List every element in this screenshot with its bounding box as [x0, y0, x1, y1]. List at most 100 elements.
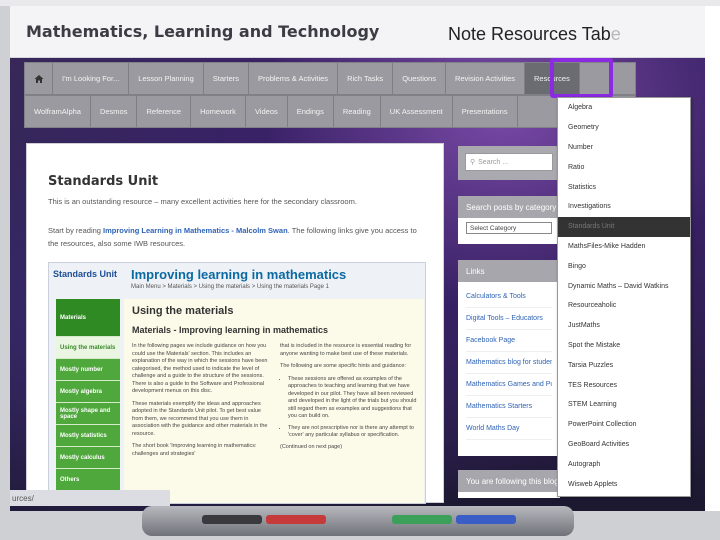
menu-item-geoboard-activities[interactable]: GeoBoard Activities — [558, 435, 690, 455]
links-panel: Links Calculators & Tools Digital Tools … — [458, 260, 560, 456]
embedded-side-materials: Materials — [56, 299, 120, 337]
menu-item-powerpoint-collection[interactable]: PowerPoint Collection — [558, 415, 690, 435]
embedded-col2-p2: The following are some specific hints an… — [280, 363, 406, 369]
nav-problems-activities[interactable]: Problems & Activities — [249, 63, 339, 94]
nav-endings[interactable]: Endings — [288, 96, 334, 127]
menu-item-algebra[interactable]: Algebra — [558, 98, 690, 118]
menu-item-bingo[interactable]: Bingo — [558, 256, 690, 276]
link-facebook-page[interactable]: Facebook Page — [466, 330, 552, 352]
nav-lesson-planning[interactable]: Lesson Planning — [129, 63, 204, 94]
main-nav: I'm Looking For... Lesson Planning Start… — [24, 62, 636, 128]
search-icon: ⚲ — [470, 159, 476, 166]
nav-looking-for[interactable]: I'm Looking For... — [53, 63, 130, 94]
embedded-hint-1: These sessions are offered as examples o… — [288, 376, 418, 421]
menu-item-tarsia-puzzles[interactable]: Tarsia Puzzles — [558, 355, 690, 375]
embedded-col-1: In the following pages we include guidan… — [132, 343, 270, 463]
home-icon — [34, 74, 43, 83]
nav-uk-assessment[interactable]: UK Assessment — [381, 96, 453, 127]
menu-item-mathsfiles[interactable]: MathsFiles-Mike Hadden — [558, 237, 690, 257]
embedded-hint-list: These sessions are offered as examples o… — [280, 376, 418, 440]
nav-homework[interactable]: Homework — [191, 96, 246, 127]
pen-slot-blue[interactable] — [456, 515, 516, 524]
menu-item-investigations[interactable]: Investigations — [558, 197, 690, 217]
embedded-side-calculus: Mostly calculus — [56, 447, 120, 469]
menu-item-stem-learning[interactable]: STEM Learning — [558, 395, 690, 415]
embedded-hint-2: They are not prescriptive nor is there a… — [288, 425, 418, 440]
menu-item-tes-resources[interactable]: TES Resources — [558, 375, 690, 395]
menu-item-number[interactable]: Number — [558, 138, 690, 158]
menu-item-wisweb-applets[interactable]: Wisweb Applets — [558, 474, 690, 494]
embedded-side-shape: Mostly shape and space — [56, 403, 120, 425]
resources-dropdown-menu: Algebra Geometry Number Ratio Statistics… — [557, 97, 691, 497]
embedded-side-algebra: Mostly algebra — [56, 381, 120, 403]
nav-reading[interactable]: Reading — [334, 96, 381, 127]
embedded-screenshot[interactable]: Standards Unit Improving learning in mat… — [48, 262, 426, 504]
link-calculators-tools[interactable]: Calculators & Tools — [466, 286, 552, 308]
note-text: Note Resources Tab — [448, 24, 611, 44]
nav-home[interactable] — [25, 63, 53, 94]
site-title[interactable]: Mathematics, Learning and Technology — [26, 22, 379, 41]
following-panel-heading: You are following this blog — [458, 470, 560, 492]
sidebar-search: ⚲ Search ... — [458, 146, 560, 180]
embedded-breadcrumb: Main Menu > Materials > Using the materi… — [131, 284, 329, 290]
menu-item-geometry[interactable]: Geometry — [558, 118, 690, 138]
link-world-maths-day[interactable]: World Maths Day — [466, 418, 552, 440]
pen-slot-green[interactable] — [392, 515, 452, 524]
nav-desmos[interactable]: Desmos — [91, 96, 138, 127]
link-digital-tools[interactable]: Digital Tools – Educators — [466, 308, 552, 330]
improving-learning-link[interactable]: Improving Learning in Mathematics - Malc… — [103, 226, 288, 235]
standards-unit-logo: Standards Unit — [53, 269, 118, 279]
start-text: Start by reading Improving Learning in M… — [48, 224, 428, 250]
menu-item-standards-unit[interactable]: Standards Unit — [558, 216, 690, 237]
embedded-continued: (Continued on next page) — [280, 443, 343, 450]
nav-row-2: WolframAlpha Desmos Reference Homework V… — [24, 95, 636, 128]
pen-slot-black[interactable] — [202, 515, 262, 524]
page-title: Standards Unit — [48, 174, 159, 189]
nav-wolframalpha[interactable]: WolframAlpha — [25, 96, 91, 127]
intro-text: This is an outstanding resource – many e… — [48, 197, 357, 206]
embedded-title: Improving learning in mathematics — [131, 267, 347, 282]
menu-item-ratio[interactable]: Ratio — [558, 157, 690, 177]
embedded-main: Using the materials Materials - Improvin… — [124, 299, 424, 503]
annotation-note: Note Resources Tabe — [448, 24, 621, 45]
nav-presentations[interactable]: Presentations — [453, 96, 518, 127]
start-prefix: Start by reading — [48, 226, 104, 235]
embedded-subheading: Materials - Improving learning in mathem… — [132, 325, 329, 335]
menu-item-resourceaholic[interactable]: Resourceaholic — [558, 296, 690, 316]
search-placeholder: Search ... — [478, 158, 509, 166]
links-list: Calculators & Tools Digital Tools – Educ… — [458, 282, 560, 444]
embedded-heading: Using the materials — [132, 305, 234, 317]
nav-starters[interactable]: Starters — [204, 63, 250, 94]
content-card: Standards Unit This is an outstanding re… — [26, 143, 444, 504]
category-select[interactable]: Select Category — [466, 222, 552, 234]
embedded-col1-p2: These materials exemplify the ideas and … — [132, 400, 268, 437]
category-panel-body: Select Category — [458, 218, 560, 238]
pen-slot-red[interactable] — [266, 515, 326, 524]
nav-revision-activities[interactable]: Revision Activities — [446, 63, 525, 94]
search-input[interactable]: ⚲ Search ... — [465, 153, 553, 171]
menu-item-dynamic-maths[interactable]: Dynamic Maths – David Watkins — [558, 276, 690, 296]
menu-item-spot-the-mistake[interactable]: Spot the Mistake — [558, 336, 690, 356]
embedded-side-using: Using the materials — [56, 337, 120, 359]
nav-reference[interactable]: Reference — [137, 96, 192, 127]
menu-item-statistics[interactable]: Statistics — [558, 177, 690, 197]
status-url: urces/ — [10, 490, 170, 506]
embedded-side-statistics: Mostly statistics — [56, 425, 120, 447]
embedded-col1-p3: The short book 'Improving learning in ma… — [132, 443, 257, 457]
following-panel: You are following this blog — [458, 470, 560, 498]
link-maths-starters[interactable]: Mathematics Starters — [466, 396, 552, 418]
note-faded-char: e — [610, 24, 621, 44]
pen-tray — [142, 506, 574, 536]
nav-videos[interactable]: Videos — [246, 96, 288, 127]
link-games-puzzles[interactable]: Mathematics Games and Puzzles — [466, 374, 552, 396]
embedded-col1-p1: In the following pages we include guidan… — [132, 343, 268, 394]
nav-row-1: I'm Looking For... Lesson Planning Start… — [24, 62, 636, 95]
menu-item-justmaths[interactable]: JustMaths — [558, 316, 690, 336]
embedded-sidebar: Materials Using the materials Mostly num… — [56, 299, 120, 503]
nav-questions[interactable]: Questions — [393, 63, 446, 94]
nav-rich-tasks[interactable]: Rich Tasks — [338, 63, 394, 94]
embedded-col2-p1: that is included in the resource is esse… — [280, 343, 412, 357]
menu-item-autograph[interactable]: Autograph — [558, 454, 690, 474]
link-maths-blog[interactable]: Mathematics blog for students — [466, 352, 552, 374]
links-panel-heading: Links — [458, 260, 560, 282]
